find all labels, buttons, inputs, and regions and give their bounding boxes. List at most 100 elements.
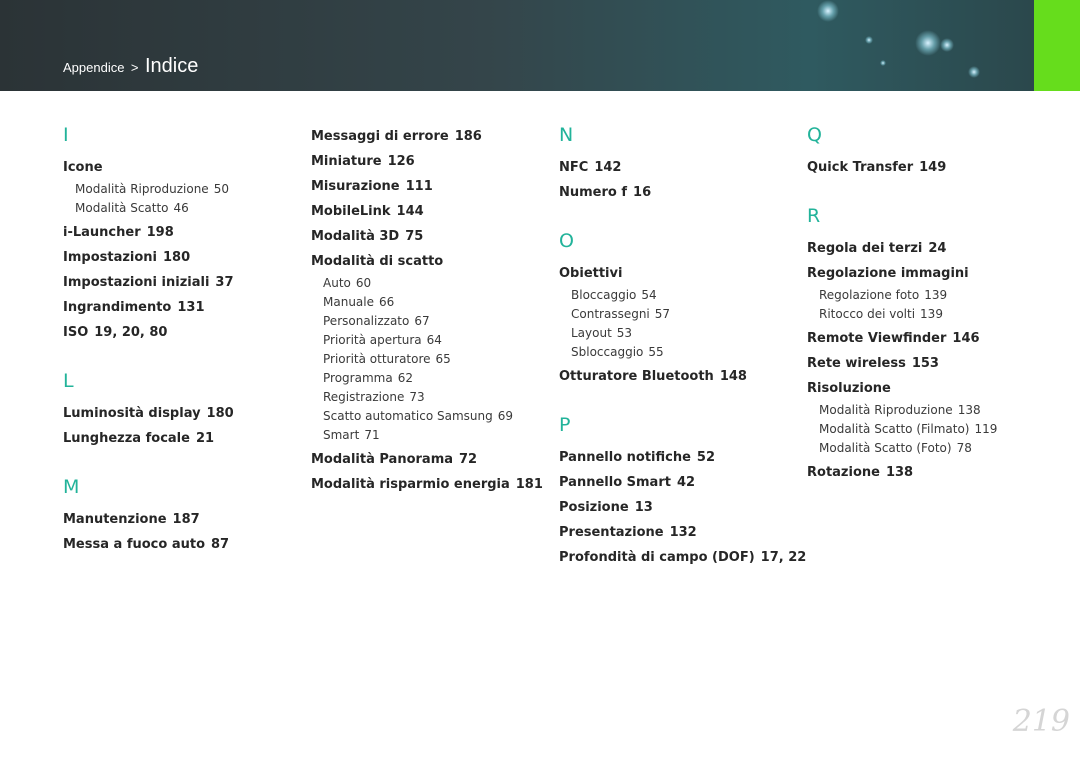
index-column-2: Messaggi di errore 186 Miniature 126 Misuraz…	[311, 124, 543, 497]
index-entry-page: 111	[405, 179, 433, 194]
index-subentry-label: Programma	[323, 371, 393, 385]
index-subentry-page: 53	[616, 326, 633, 340]
index-entry[interactable]: Lunghezza focale 21	[63, 426, 293, 451]
index-subentry-list: Modalità Riproduzione 138 Modalità Scatto …	[819, 401, 1037, 458]
index-entry[interactable]: Quick Transfer 149	[807, 155, 1037, 180]
index-subentry[interactable]: Modalità Scatto (Foto) 78	[819, 439, 1037, 458]
index-subentry[interactable]: Layout 53	[571, 324, 789, 343]
index-subentry[interactable]: Registrazione 73	[323, 388, 541, 407]
index-section: R Regola dei terzi 24 Regolazione immagini R…	[807, 202, 1037, 485]
index-entry-label: Otturatore Bluetooth	[559, 369, 714, 384]
index-subentry[interactable]: Modalità Riproduzione 50	[75, 180, 293, 199]
index-entry[interactable]: Ingrandimento 131	[63, 295, 293, 320]
index-entry-page: 148	[719, 369, 747, 384]
index-section: Q Quick Transfer 149	[807, 121, 1037, 180]
index-entry-label: Quick Transfer	[807, 160, 914, 175]
index-entry[interactable]: Impostazioni iniziali 37	[63, 270, 293, 295]
index-entry-label: Pannello Smart	[559, 475, 671, 490]
index-entry[interactable]: Miniature 126	[311, 149, 541, 174]
index-entry[interactable]: Modalità 3D 75	[311, 224, 541, 249]
index-entry-label: Messa a fuoco auto	[63, 537, 206, 552]
index-subentry[interactable]: Regolazione foto 139	[819, 286, 1037, 305]
index-entry-label: Lunghezza focale	[63, 431, 190, 446]
index-entry-page: 72	[459, 452, 478, 467]
index-entry[interactable]: Profondità di campo (DOF) 17, 22	[559, 545, 806, 570]
index-entry[interactable]: Modalità Panorama 72	[311, 447, 541, 472]
breadcrumb: Appendice > Indice	[63, 55, 198, 78]
index-entry[interactable]: Presentazione 132	[559, 520, 789, 545]
index-entry[interactable]: Pannello Smart 42	[559, 470, 789, 495]
index-column-3: N NFC 142 Numero f 16 O Obiettivi Bloccaggio 54 C…	[559, 121, 806, 570]
index-subentry[interactable]: Personalizzato 67	[323, 312, 541, 331]
index-subentry-label: Contrassegni	[571, 307, 650, 321]
index-entry-label: Risoluzione	[807, 381, 891, 396]
index-subentry[interactable]: Modalità Scatto 46	[75, 199, 293, 218]
index-entry[interactable]: Rotazione 138	[807, 460, 1037, 485]
index-entry-label: Regola dei terzi	[807, 241, 923, 256]
index-entry-page: 16	[633, 185, 652, 200]
index-entry[interactable]: Misurazione 111	[311, 174, 541, 199]
index-entry[interactable]: Impostazioni 180	[63, 245, 293, 270]
index-subentry[interactable]: Modalità Riproduzione 138	[819, 401, 1037, 420]
index-entry[interactable]: Risoluzione	[807, 376, 1037, 401]
index-entry[interactable]: Icone	[63, 155, 293, 180]
index-subentry[interactable]: Smart 71	[323, 426, 541, 445]
index-entry[interactable]: Messa a fuoco auto 87	[63, 532, 293, 557]
breadcrumb-separator: >	[130, 60, 139, 75]
index-subentry-page: 55	[648, 345, 664, 359]
breadcrumb-parent[interactable]: Appendice	[63, 60, 124, 75]
index-entry[interactable]: MobileLink 144	[311, 199, 541, 224]
index-entry-label: Obiettivi	[559, 266, 623, 281]
index-section: I Icone Modalità Riproduzione 50 Modalità Sc…	[63, 121, 293, 345]
index-entry[interactable]: Otturatore Bluetooth 148	[559, 364, 789, 389]
index-entry-page: 186	[454, 129, 482, 144]
page-number: 219	[1012, 704, 1070, 739]
index-entry[interactable]: Numero f 16	[559, 180, 789, 205]
index-entry-page: 126	[387, 154, 415, 169]
index-entry-label: NFC	[559, 160, 589, 175]
index-entry[interactable]: Modalità risparmio energia 181	[311, 472, 543, 497]
index-entry[interactable]: Posizione 13	[559, 495, 789, 520]
index-subentry[interactable]: Scatto automatico Samsung 69	[323, 407, 541, 426]
index-subentry[interactable]: Priorità otturatore 65	[323, 350, 541, 369]
index-subentry[interactable]: Contrassegni 57	[571, 305, 789, 324]
index-entry-label: Modalità Panorama	[311, 452, 454, 467]
index-section: O Obiettivi Bloccaggio 54 Contrassegni 57 Layo…	[559, 227, 789, 389]
index-subentry-label: Priorità otturatore	[323, 352, 431, 366]
index-subentry[interactable]: Bloccaggio 54	[571, 286, 789, 305]
index-subentry[interactable]: Sbloccaggio 55	[571, 343, 789, 362]
index-entry[interactable]: NFC 142	[559, 155, 789, 180]
index-entry-label: Profondità di campo (DOF)	[559, 550, 755, 565]
header-glow-decoration	[915, 30, 941, 56]
index-subentry[interactable]: Ritocco dei volti 139	[819, 305, 1037, 324]
index-entry-page: 21	[195, 431, 215, 446]
index-entry[interactable]: Luminosità display 180	[63, 401, 293, 426]
index-letter-heading: N	[559, 124, 574, 146]
index-entry[interactable]: i-Launcher 198	[63, 220, 293, 245]
index-subentry[interactable]: Programma 62	[323, 369, 541, 388]
index-subentry[interactable]: Modalità Scatto (Filmato) 119	[819, 420, 1037, 439]
index-subentry-label: Registrazione	[323, 390, 405, 404]
index-entry[interactable]: ISO 19, 20, 80	[63, 320, 293, 345]
index-entry[interactable]: Modalità di scatto	[311, 249, 541, 274]
index-subentry[interactable]: Manuale 66	[323, 293, 541, 312]
index-entry[interactable]: Regola dei terzi 24	[807, 236, 1037, 261]
index-subentry[interactable]: Auto 60	[323, 274, 541, 293]
index-entry[interactable]: Remote Viewfinder 146	[807, 326, 1037, 351]
index-subentry[interactable]: Priorità apertura 64	[323, 331, 541, 350]
index-entry-label: i-Launcher	[63, 225, 141, 240]
index-entry[interactable]: Pannello notifiche 52	[559, 445, 789, 470]
index-entry[interactable]: Messaggi di errore 186	[311, 124, 541, 149]
index-entry[interactable]: Manutenzione 187	[63, 507, 293, 532]
index-entry[interactable]: Obiettivi	[559, 261, 789, 286]
index-entry-label: Modalità di scatto	[311, 254, 444, 269]
index-entry-page: 180	[206, 406, 234, 421]
header-glow-decoration	[865, 36, 873, 44]
index-column-1: I Icone Modalità Riproduzione 50 Modalità Sc…	[63, 121, 293, 557]
index-subentry-list: Modalità Riproduzione 50 Modalità Scatto 46	[75, 180, 293, 218]
index-letter-heading: L	[63, 370, 74, 392]
index-entry-page: 132	[669, 525, 697, 540]
index-subentry-label: Modalità Riproduzione	[819, 403, 953, 417]
index-entry[interactable]: Rete wireless 153	[807, 351, 1037, 376]
index-entry[interactable]: Regolazione immagini	[807, 261, 1037, 286]
